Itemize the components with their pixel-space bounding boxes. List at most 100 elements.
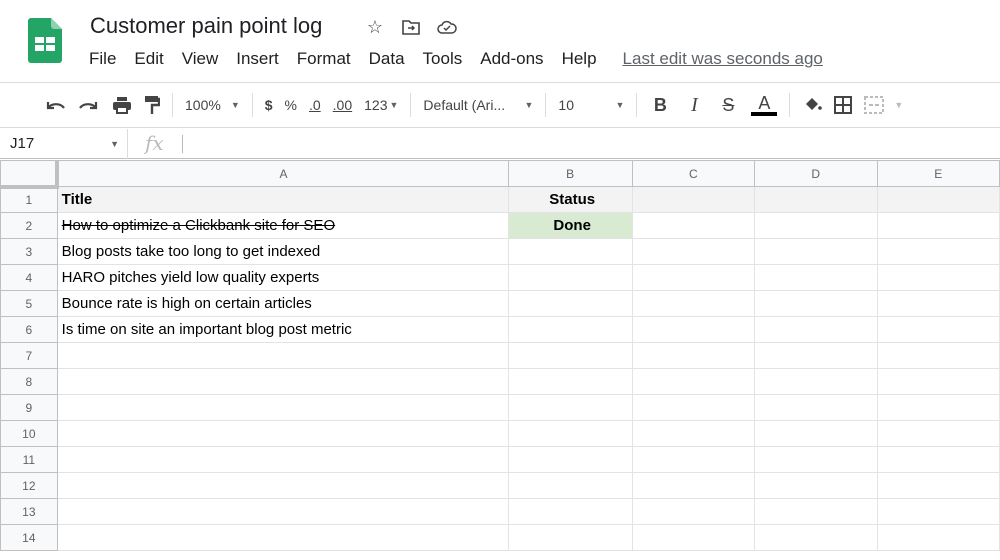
row-header[interactable]: 12 — [0, 472, 58, 499]
increase-decimal-button[interactable]: .00 — [333, 91, 352, 119]
cell-a14[interactable] — [56, 524, 509, 551]
italic-button[interactable]: I — [683, 91, 705, 119]
cell-d3[interactable] — [754, 238, 878, 265]
name-box[interactable]: J17 ▼ — [0, 129, 128, 159]
cell-a8[interactable] — [56, 368, 509, 395]
cell-d10[interactable] — [754, 420, 878, 447]
cell-a3[interactable]: Blog posts take too long to get indexed — [56, 238, 509, 265]
strikethrough-button[interactable]: S — [717, 91, 739, 119]
cell-b7[interactable] — [507, 342, 633, 369]
cell-b5[interactable] — [507, 290, 633, 317]
cell-a1[interactable]: Title — [56, 186, 509, 213]
cell-c14[interactable] — [631, 524, 756, 551]
cell-a12[interactable] — [56, 472, 509, 499]
last-edit-link[interactable]: Last edit was seconds ago — [623, 49, 823, 69]
row-header[interactable]: 11 — [0, 446, 58, 473]
cell-a7[interactable] — [56, 342, 509, 369]
row-header[interactable]: 9 — [0, 394, 58, 421]
cell-b11[interactable] — [507, 446, 633, 473]
cell-b2[interactable]: Done — [507, 212, 633, 239]
row-header[interactable]: 10 — [0, 420, 58, 447]
cell-d4[interactable] — [754, 264, 878, 291]
cell-c3[interactable] — [631, 238, 756, 265]
format-percent-button[interactable]: % — [285, 91, 297, 119]
cell-d6[interactable] — [754, 316, 878, 343]
cell-b10[interactable] — [507, 420, 633, 447]
row-header[interactable]: 5 — [0, 290, 58, 317]
bold-button[interactable]: B — [649, 91, 671, 119]
redo-icon[interactable] — [78, 91, 100, 119]
column-header-a[interactable]: A — [56, 160, 509, 187]
format-currency-button[interactable]: $ — [265, 91, 273, 119]
cell-e13[interactable] — [876, 498, 1000, 525]
select-all-corner[interactable] — [0, 160, 60, 189]
menu-insert[interactable]: Insert — [236, 49, 279, 69]
menu-data[interactable]: Data — [369, 49, 405, 69]
column-header-e[interactable]: E — [876, 160, 1000, 187]
cell-b4[interactable] — [507, 264, 633, 291]
cell-e5[interactable] — [876, 290, 1000, 317]
cell-d9[interactable] — [754, 394, 878, 421]
zoom-select[interactable]: 100% ▼ — [185, 91, 240, 119]
row-header[interactable]: 6 — [0, 316, 58, 343]
cell-e8[interactable] — [876, 368, 1000, 395]
cell-d5[interactable] — [754, 290, 878, 317]
cell-e6[interactable] — [876, 316, 1000, 343]
cell-e7[interactable] — [876, 342, 1000, 369]
text-color-button[interactable]: A — [751, 91, 778, 119]
decrease-decimal-button[interactable]: .0 — [309, 91, 321, 119]
document-title[interactable]: Customer pain point log — [90, 13, 322, 39]
cell-c6[interactable] — [631, 316, 756, 343]
cell-b1[interactable]: Status — [507, 186, 633, 213]
print-icon[interactable] — [112, 91, 132, 119]
cell-c4[interactable] — [631, 264, 756, 291]
cell-c8[interactable] — [631, 368, 756, 395]
more-formats-button[interactable]: 123 ▼ — [364, 91, 398, 119]
cell-e10[interactable] — [876, 420, 1000, 447]
undo-icon[interactable] — [44, 91, 66, 119]
cell-a4[interactable]: HARO pitches yield low quality experts — [56, 264, 509, 291]
row-header[interactable]: 2 — [0, 212, 58, 239]
cell-b8[interactable] — [507, 368, 633, 395]
move-to-folder-icon[interactable] — [400, 16, 422, 38]
row-header[interactable]: 1 — [0, 186, 58, 213]
menu-edit[interactable]: Edit — [134, 49, 163, 69]
cell-e2[interactable] — [876, 212, 1000, 239]
cell-a13[interactable] — [56, 498, 509, 525]
cell-e14[interactable] — [876, 524, 1000, 551]
cell-b14[interactable] — [507, 524, 633, 551]
paint-format-icon[interactable] — [144, 91, 160, 119]
cell-b9[interactable] — [507, 394, 633, 421]
row-header[interactable]: 4 — [0, 264, 58, 291]
cell-e12[interactable] — [876, 472, 1000, 499]
cell-c13[interactable] — [631, 498, 756, 525]
menu-file[interactable]: File — [89, 49, 116, 69]
cell-e1[interactable] — [876, 186, 1000, 213]
cell-a6[interactable]: Is time on site an important blog post m… — [56, 316, 509, 343]
cell-a10[interactable] — [56, 420, 509, 447]
cell-e3[interactable] — [876, 238, 1000, 265]
cell-c11[interactable] — [631, 446, 756, 473]
cell-d8[interactable] — [754, 368, 878, 395]
column-header-b[interactable]: B — [507, 160, 633, 187]
menu-tools[interactable]: Tools — [423, 49, 463, 69]
cell-d11[interactable] — [754, 446, 878, 473]
cell-a11[interactable] — [56, 446, 509, 473]
cell-c5[interactable] — [631, 290, 756, 317]
cell-c7[interactable] — [631, 342, 756, 369]
cell-e9[interactable] — [876, 394, 1000, 421]
borders-icon[interactable] — [834, 91, 853, 119]
cell-b3[interactable] — [507, 238, 633, 265]
font-size-select[interactable]: 10 ▼ — [558, 91, 624, 119]
row-header[interactable]: 7 — [0, 342, 58, 369]
row-header[interactable]: 13 — [0, 498, 58, 525]
menu-help[interactable]: Help — [562, 49, 597, 69]
cell-d14[interactable] — [754, 524, 878, 551]
cell-d2[interactable] — [754, 212, 878, 239]
column-header-c[interactable]: C — [631, 160, 756, 187]
cell-b13[interactable] — [507, 498, 633, 525]
merge-cells-icon[interactable]: ▼ — [864, 91, 903, 119]
menu-format[interactable]: Format — [297, 49, 351, 69]
cell-d1[interactable] — [754, 186, 878, 213]
menu-add-ons[interactable]: Add-ons — [480, 49, 543, 69]
